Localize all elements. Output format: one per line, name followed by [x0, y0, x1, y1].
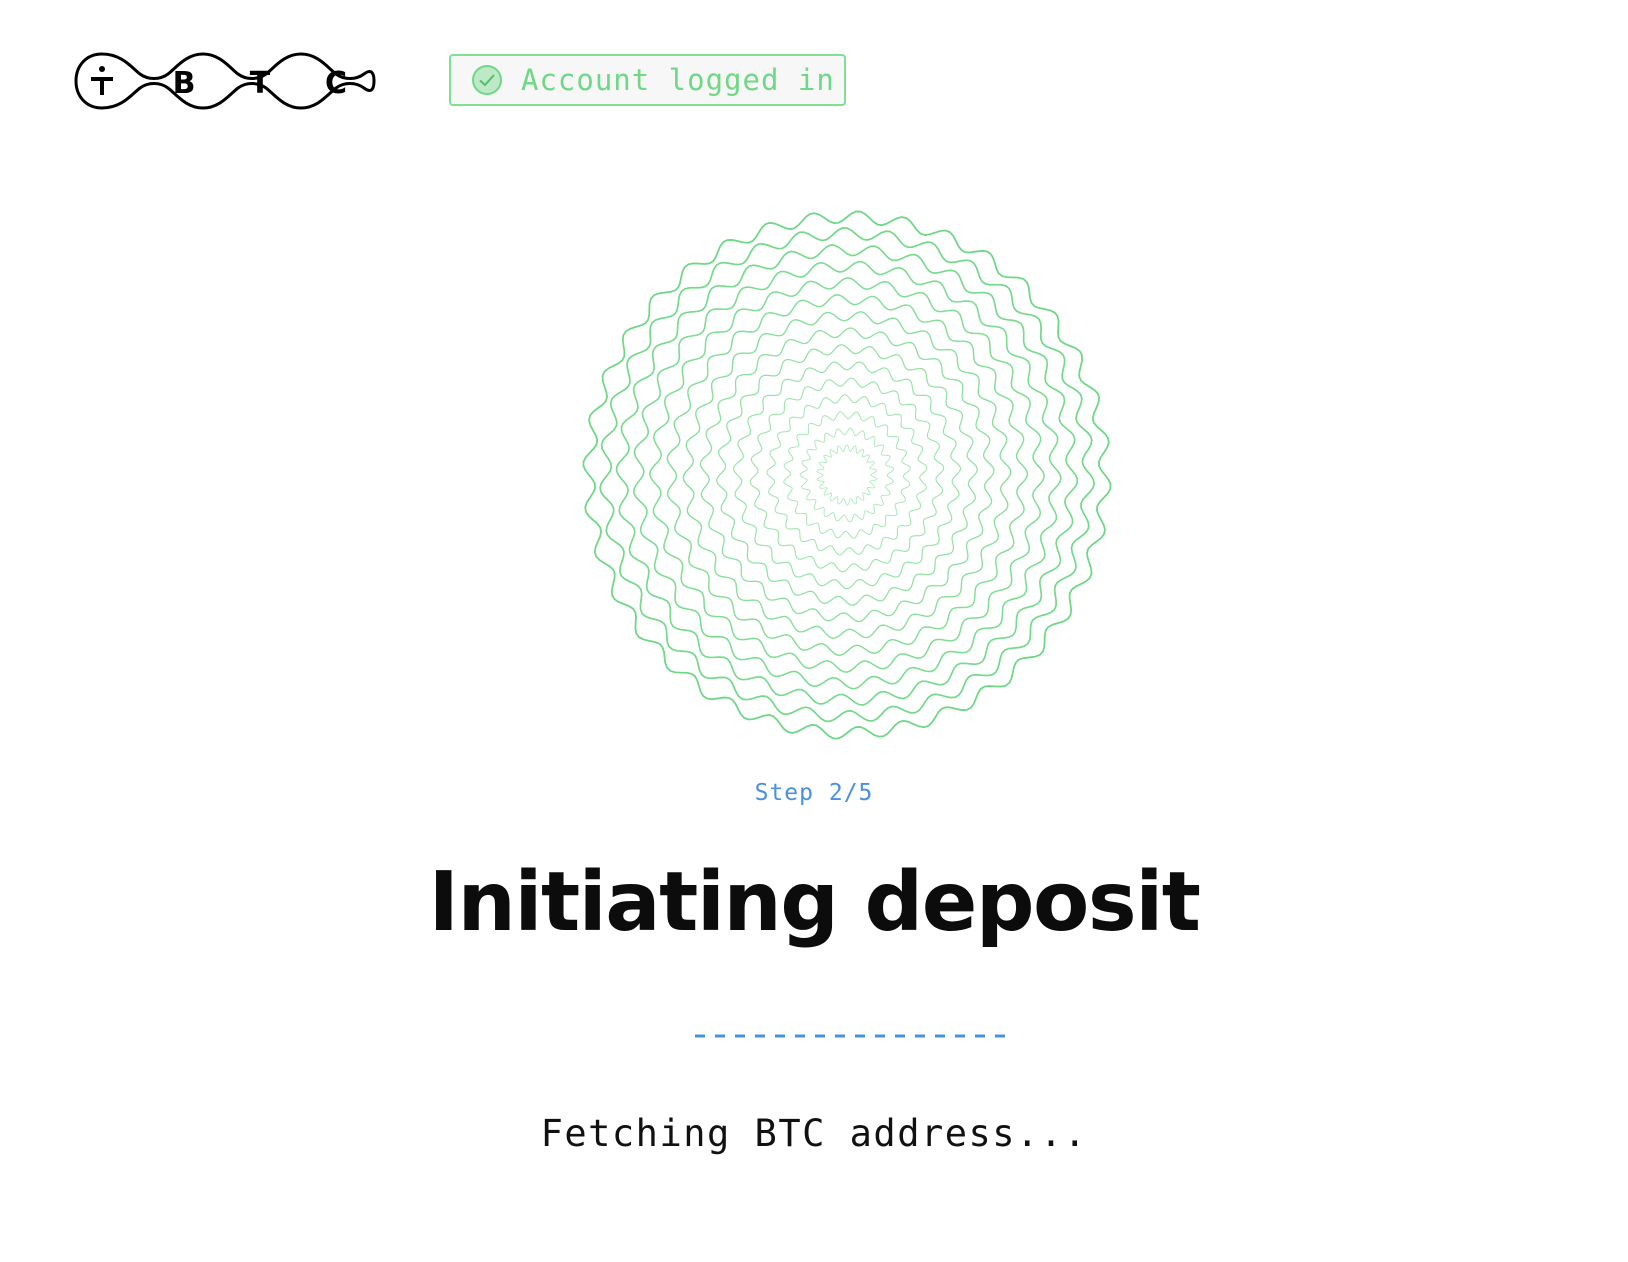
spirograph-ring — [749, 377, 945, 573]
spirograph-ring — [699, 327, 995, 623]
logo-letter-b: B — [173, 66, 196, 101]
account-status-badge: Account logged in — [449, 54, 846, 106]
logo-letter-c: C — [325, 66, 347, 101]
spirograph-ring — [766, 394, 928, 556]
account-status-label: Account logged in — [521, 63, 835, 97]
header: B T C — [74, 52, 376, 110]
progress-dashed-divider — [695, 1034, 1005, 1038]
page: B T C Account logged in Step 2/5 Initiat… — [0, 0, 1628, 1262]
spirograph-ring — [649, 277, 1045, 673]
spirograph-ring — [816, 444, 878, 506]
logo-t-mark — [91, 66, 113, 95]
spirograph-ring — [582, 210, 1112, 740]
tbtc-logo[interactable]: B T C — [74, 52, 376, 110]
check-circle-icon — [472, 65, 502, 95]
loading-spirograph-animation — [582, 210, 1112, 740]
spirograph-ring — [666, 294, 1029, 656]
page-title: Initiating deposit — [428, 855, 1201, 950]
logo-letter-t: T — [250, 66, 271, 101]
spirograph-ring — [633, 260, 1062, 690]
spirograph-ring — [799, 427, 894, 523]
spirograph-ring — [599, 227, 1096, 723]
loading-status-message: Fetching BTC address... — [540, 1112, 1088, 1155]
spirograph-ring — [615, 244, 1079, 706]
step-indicator: Step 2/5 — [754, 780, 874, 806]
